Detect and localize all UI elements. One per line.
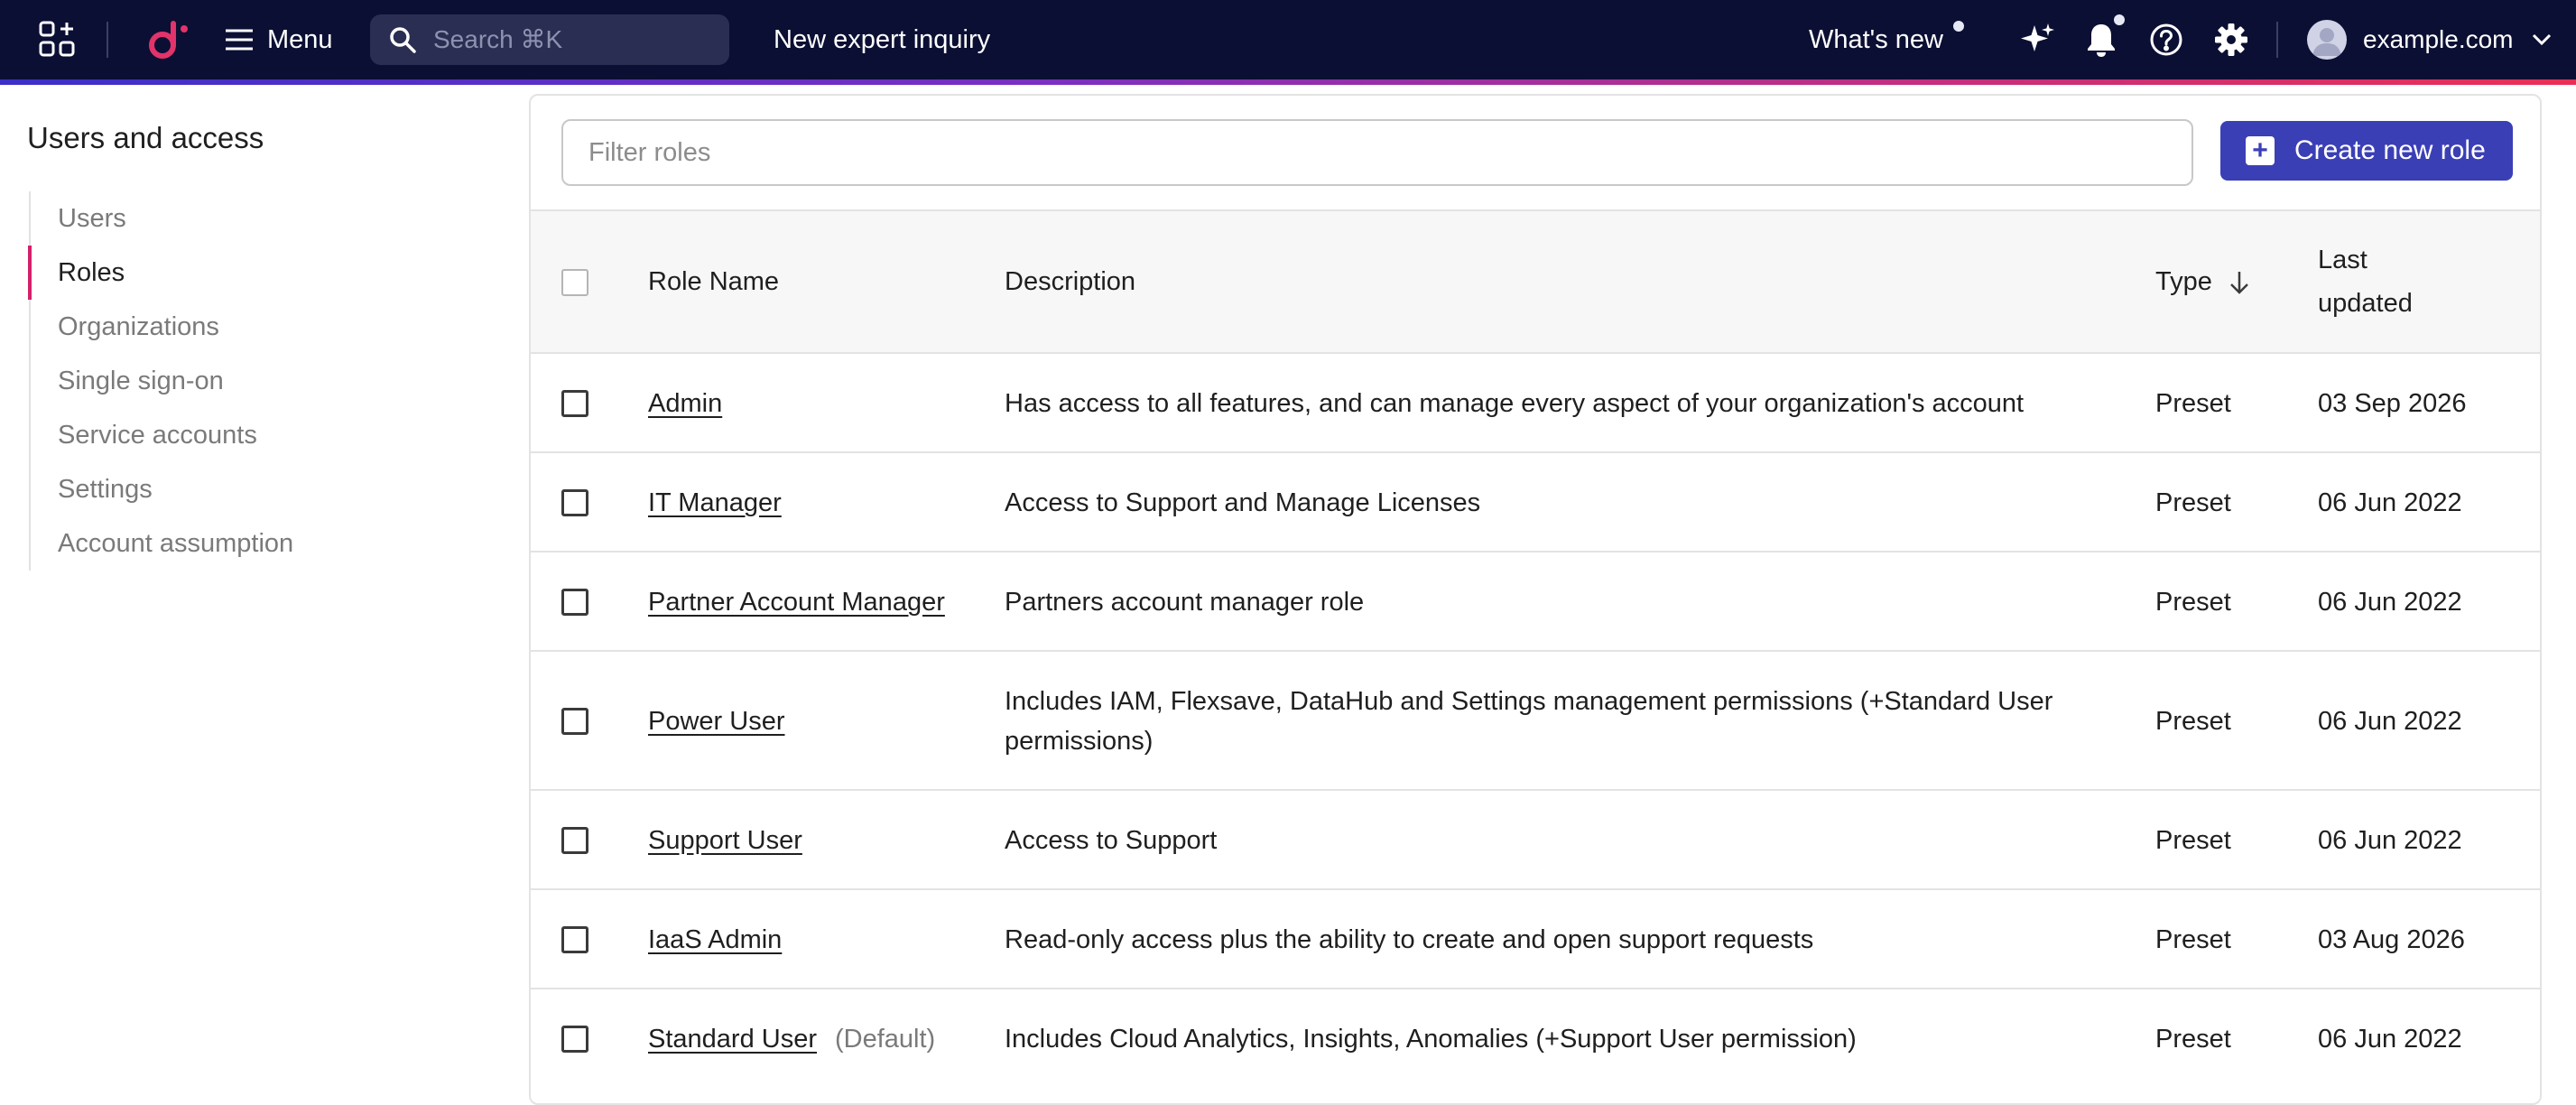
logo-icon[interactable] [143,18,197,61]
sidebar-item-users[interactable]: Users [31,191,301,246]
apps-icon[interactable] [38,20,78,60]
table-row: Admin Has access to all features, and ca… [531,354,2540,453]
sort-arrow-icon [2229,271,2248,294]
sparkle-icon[interactable] [2018,20,2058,60]
row-checkbox[interactable] [561,489,588,516]
topbar-divider [107,22,108,58]
sidebar-item-organizations[interactable]: Organizations [31,300,301,354]
role-type: Preset [2155,925,2231,954]
default-role-tag: (Default) [835,1025,936,1054]
topbar-divider [2276,22,2278,58]
role-description: Includes Cloud Analytics, Insights, Anom… [1005,1025,1857,1054]
role-name-link[interactable]: Partner Account Manager [648,582,945,622]
filter-roles-input[interactable] [587,136,2125,169]
chevron-down-icon [2532,33,2551,46]
menu-button[interactable]: Menu [224,20,333,60]
role-name-link[interactable]: Power User [648,701,785,741]
column-header-last-updated[interactable]: Last updated [2318,238,2413,325]
role-last-updated: 06 Jun 2022 [2318,826,2462,855]
role-description: Access to Support [1005,826,1218,855]
row-checkbox[interactable] [561,926,588,953]
search-input[interactable] [431,24,706,55]
role-description: Access to Support and Manage Licenses [1005,488,1481,517]
gear-icon[interactable] [2211,20,2251,60]
global-search[interactable] [370,14,729,65]
sidebar-item-settings[interactable]: Settings [31,462,301,516]
sidebar-item-account-assumption[interactable]: Account assumption [31,516,301,571]
role-last-updated: 06 Jun 2022 [2318,488,2462,517]
role-name-link[interactable]: Support User [648,821,802,860]
row-checkbox[interactable] [561,827,588,854]
table-row: IT Manager Access to Support and Manage … [531,453,2540,552]
table-row: Support User Access to Support Preset 06… [531,791,2540,890]
whats-new-label: What's new [1809,24,1943,54]
column-header-last-updated-line2: updated [2318,289,2413,318]
sidebar-item-roles[interactable]: Roles [28,246,299,300]
role-last-updated: 06 Jun 2022 [2318,588,2462,617]
sidebar-item-service-accounts[interactable]: Service accounts [31,408,301,462]
column-header-description[interactable]: Description [1005,267,1135,297]
role-type: Preset [2155,707,2231,736]
whats-new-indicator [1953,21,1964,32]
role-last-updated: 06 Jun 2022 [2318,707,2462,736]
role-last-updated: 03 Sep 2026 [2318,389,2467,418]
role-type: Preset [2155,588,2231,617]
role-type: Preset [2155,488,2231,517]
role-name-cell: Standard User (Default) [648,1019,935,1059]
column-header-type-label: Type [2155,267,2212,296]
avatar [2307,20,2347,60]
role-name-link[interactable]: Admin [648,384,722,423]
account-label: example.com [2363,25,2514,53]
row-checkbox[interactable] [561,708,588,735]
role-last-updated: 06 Jun 2022 [2318,1025,2462,1054]
plus-icon: + [2246,136,2275,165]
role-description: Has access to all features, and can mana… [1005,389,2025,418]
roles-panel: + Create new role Role Name Description … [529,94,2542,1105]
filter-roles-field[interactable] [561,119,2193,186]
search-icon [390,27,416,53]
help-icon[interactable] [2146,20,2186,60]
notification-indicator [2114,14,2125,25]
role-last-updated: 03 Aug 2026 [2318,925,2465,954]
create-new-role-label: Create new role [2294,135,2486,165]
row-checkbox[interactable] [561,390,588,417]
menu-label: Menu [267,24,333,54]
role-type: Preset [2155,1025,2231,1054]
column-header-role-name[interactable]: Role Name [648,267,779,297]
role-description: Partners account manager role [1005,588,1365,617]
role-type: Preset [2155,389,2231,418]
column-header-type[interactable]: Type [2155,267,2250,297]
select-all-checkbox[interactable] [561,269,588,296]
table-row: Standard User (Default) Includes Cloud An… [531,989,2540,1089]
role-name-link[interactable]: Standard User [648,1025,817,1054]
row-checkbox[interactable] [561,589,588,616]
create-new-role-button[interactable]: + Create new role [2220,121,2513,181]
table-row: Partner Account Manager Partners account… [531,552,2540,652]
role-type: Preset [2155,826,2231,855]
sidebar-item-single-sign-on[interactable]: Single sign-on [31,354,301,408]
role-name-link[interactable]: IaaS Admin [648,920,782,960]
role-description: Read-only access plus the ability to cre… [1005,925,1814,954]
role-name-link[interactable]: IT Manager [648,483,782,523]
account-switcher[interactable]: example.com [2307,18,2552,61]
row-checkbox[interactable] [561,1026,588,1053]
role-description: Includes IAM, Flexsave, DataHub and Sett… [1005,687,2053,756]
table-header: Role Name Description Type Last updated [531,209,2540,354]
column-header-last-updated-line1: Last [2318,246,2368,274]
sidebar-title: Users and access [27,121,264,154]
topbar-accent-stripe [0,79,2576,85]
table-row: Power User Includes IAM, Flexsave, DataH… [531,652,2540,791]
top-navigation-bar: Menu New expert inquiry What's new [0,0,2576,79]
new-expert-inquiry-link[interactable]: New expert inquiry [774,20,990,60]
table-row: IaaS Admin Read-only access plus the abi… [531,890,2540,989]
whats-new-link[interactable]: What's new [1809,20,1943,60]
menu-icon [226,29,253,51]
bell-icon[interactable] [2081,20,2121,60]
sidebar-nav: Users Roles Organizations Single sign-on… [28,191,301,571]
